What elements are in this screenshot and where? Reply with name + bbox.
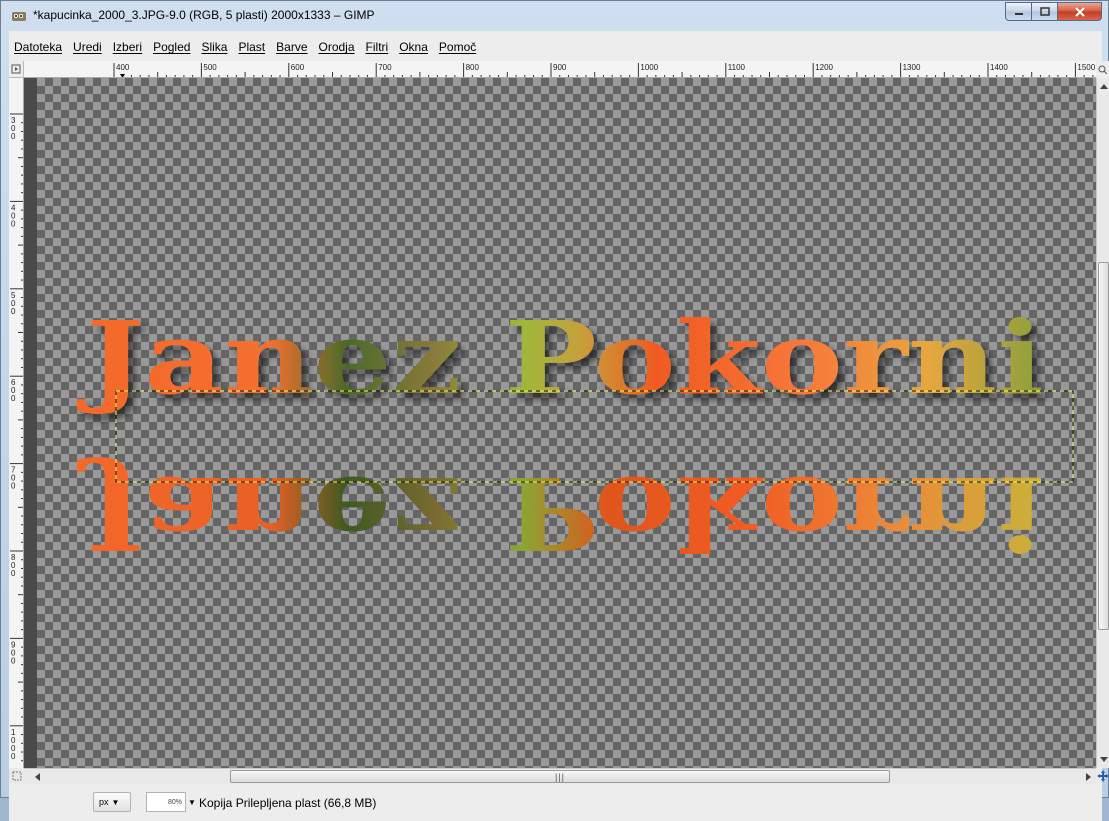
horizontal-ruler[interactable]: 400 500 600 700 800 900 1000 1100 1200 1300 1400 15…	[24, 61, 1096, 78]
ruler-label: 800	[466, 63, 480, 72]
window-controls	[1005, 2, 1102, 21]
vertical-ruler-ticks: 3004005006007008009001000	[10, 113, 23, 762]
scroll-down-icon	[1099, 757, 1108, 762]
layer-status-text: Kopija Prilepljena plast (66,8 MB)	[199, 796, 377, 810]
menu-item-izberi[interactable]: Izberi	[108, 40, 147, 54]
vertical-scrollbar[interactable]	[1096, 78, 1109, 768]
ruler-label: 0	[11, 656, 16, 665]
ruler-label: 600	[291, 63, 305, 72]
menu-item-pogled[interactable]: Pogled	[148, 40, 195, 54]
menu-item-orodja[interactable]: Orodja	[314, 40, 360, 54]
quick-mask-toggle[interactable]	[9, 768, 24, 784]
menu-item-datoteka[interactable]: Datoteka	[9, 40, 67, 54]
status-bar: px ▼ 80% ▼ Kopija Prilepljena plast (66,…	[9, 784, 1102, 821]
zoom-input[interactable]: 80%	[146, 792, 186, 812]
navigate-move-icon	[1097, 770, 1109, 782]
ruler-label: 500	[203, 63, 217, 72]
ruler-label: 0	[11, 132, 16, 141]
zoom-dropdown-button[interactable]: ▼	[187, 792, 197, 812]
ruler-label: 1400	[990, 63, 1008, 72]
navigate-button[interactable]	[1096, 768, 1109, 784]
vertical-scroll-thumb[interactable]	[1098, 262, 1109, 630]
menu-item-uredi[interactable]: Uredi	[68, 40, 107, 54]
canvas-padding	[24, 78, 37, 768]
vertical-ruler[interactable]: 3004005006007008009001000	[9, 78, 24, 768]
canvas-text-reflection: Janez Pokorni	[76, 454, 1044, 572]
menu-item-plast[interactable]: Plast	[233, 40, 270, 54]
zoom-value: 80%	[167, 798, 182, 806]
minimize-button[interactable]	[1005, 2, 1032, 21]
unit-dropdown[interactable]: px ▼	[93, 792, 131, 812]
menu-bar: Datoteka Uredi Izberi Pogled Slika Plast…	[9, 31, 1102, 60]
ruler-label: 400	[116, 63, 130, 72]
image-window-client: Datoteka Uredi Izberi Pogled Slika Plast…	[9, 31, 1109, 821]
ruler-corner-menu-button[interactable]	[9, 61, 24, 78]
ruler-label: 0	[11, 752, 16, 761]
ruler-label: 1200	[815, 63, 833, 72]
ruler-label: 1000	[640, 63, 658, 72]
menu-item-slika[interactable]: Slika	[196, 40, 232, 54]
ruler-label: 1300	[903, 63, 921, 72]
close-icon	[1074, 6, 1085, 17]
ruler-label: 1100	[728, 63, 746, 72]
horizontal-ruler-ticks: 400 500 600 700 800 900 1000 1100 1200 1300 1400 15…	[113, 63, 1096, 77]
scroll-right-button[interactable]	[1082, 771, 1096, 783]
maximize-icon	[1039, 7, 1050, 16]
canvas-text-top: Janez Pokorni	[76, 299, 1044, 417]
scroll-left-button[interactable]	[30, 771, 44, 783]
image-canvas[interactable]: Janez Pokorni Janez Pokorni	[37, 78, 1096, 768]
scroll-left-icon	[35, 773, 40, 781]
chevron-down-icon: ▼	[188, 797, 196, 807]
scroll-up-icon	[1099, 84, 1108, 89]
zoom-toggle-button[interactable]	[1096, 61, 1109, 78]
maximize-button[interactable]	[1032, 2, 1058, 21]
scroll-down-button[interactable]	[1097, 752, 1109, 768]
minimize-icon	[1014, 12, 1023, 15]
gimp-window: *kapucinka_2000_3.JPG-9.0 (RGB, 5 plasti…	[0, 0, 1109, 821]
quick-mask-icon	[12, 771, 21, 781]
chevron-down-icon: ▼	[111, 797, 120, 807]
ruler-label: 0	[11, 394, 16, 403]
canvas-artwork: Janez Pokorni Janez Pokorni	[76, 299, 1074, 572]
horizontal-scroll-thumb[interactable]: |||	[230, 770, 890, 783]
menu-arrow-icon	[11, 64, 21, 74]
menu-item-barve[interactable]: Barve	[271, 40, 312, 54]
menu-item-filtri[interactable]: Filtri	[361, 40, 394, 54]
scroll-up-button[interactable]	[1097, 78, 1109, 94]
gimp-app-icon	[12, 12, 26, 21]
menu-item-okna[interactable]: Okna	[394, 40, 433, 54]
ruler-label: 900	[553, 63, 567, 72]
ruler-label: 0	[11, 307, 16, 316]
ruler-label: 1500	[1077, 63, 1095, 72]
ruler-label: 700	[378, 63, 392, 72]
zoom-icon	[1098, 65, 1108, 74]
close-button[interactable]	[1058, 2, 1102, 21]
scroll-right-icon	[1086, 773, 1091, 781]
unit-value: px	[99, 797, 109, 807]
window-title: *kapucinka_2000_3.JPG-9.0 (RGB, 5 plasti…	[33, 8, 375, 22]
menu-item-pomoc[interactable]: Pomoč	[434, 40, 481, 54]
horizontal-scrollbar[interactable]: |||	[24, 768, 1096, 784]
ruler-label: 0	[11, 219, 16, 228]
ruler-label: 0	[11, 482, 16, 491]
ruler-label: 0	[11, 569, 16, 578]
scroll-grip-icon: |||	[554, 771, 565, 782]
title-bar[interactable]: *kapucinka_2000_3.JPG-9.0 (RGB, 5 plasti…	[1, 1, 1108, 31]
